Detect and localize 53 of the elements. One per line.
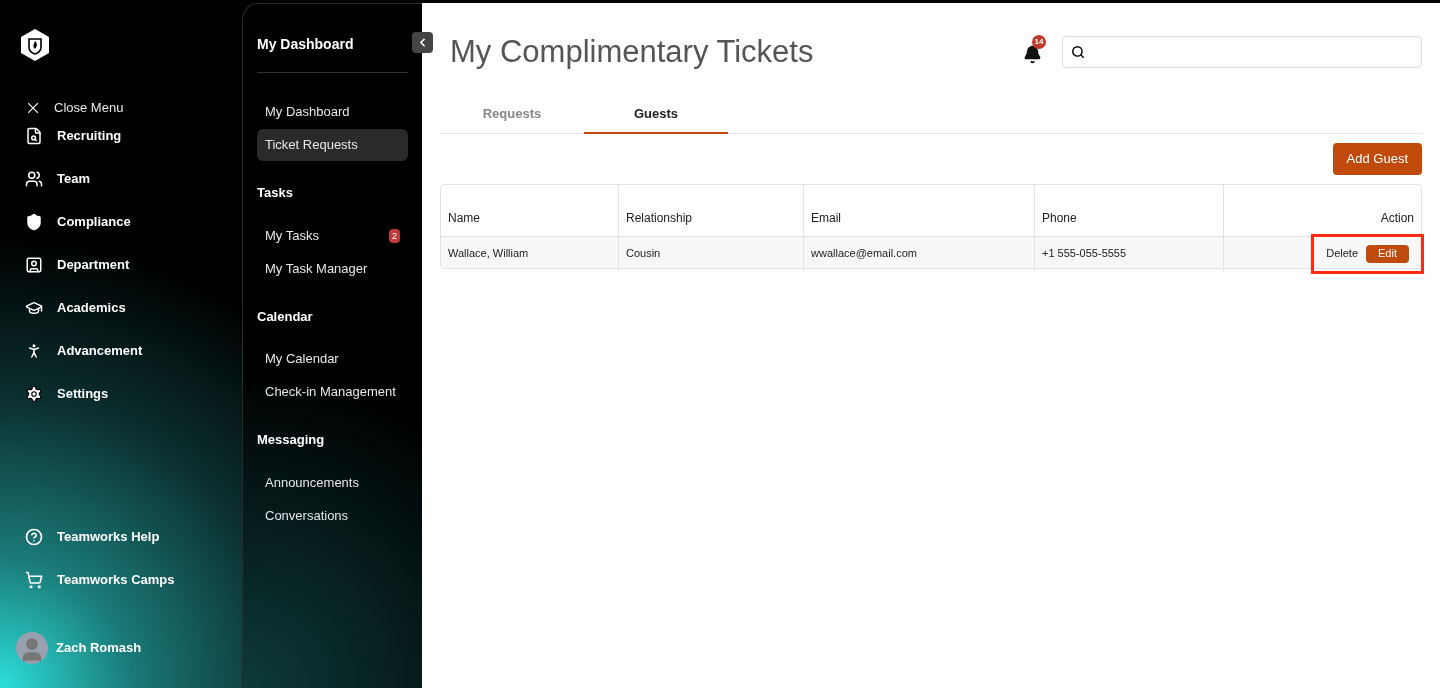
- edit-button[interactable]: Edit: [1366, 244, 1409, 263]
- column-header: Action: [1379, 209, 1415, 227]
- subnav-item[interactable]: Announcements: [257, 466, 408, 499]
- sidebar-item[interactable]: Team: [25, 166, 222, 191]
- sidebar-item[interactable]: Compliance: [25, 209, 222, 234]
- tab[interactable]: Requests: [440, 95, 584, 134]
- sidebar-item[interactable]: Teamworks Camps: [25, 568, 222, 592]
- column-header: Email: [804, 184, 1035, 236]
- table-cell: Wallace, William: [441, 236, 619, 271]
- clipboard-search-icon: [25, 126, 43, 145]
- cart-icon: [25, 571, 43, 589]
- column-header: Relationship: [619, 184, 804, 236]
- table-cell: +1 555-055-5555: [1035, 236, 1224, 271]
- panel-title: My Dashboard: [257, 36, 354, 52]
- sidebar-item[interactable]: Department: [25, 252, 222, 277]
- search-field[interactable]: [1062, 36, 1422, 69]
- help-icon: [25, 528, 43, 546]
- subnav-item[interactable]: Check-in Management: [257, 376, 408, 408]
- sidebar-item[interactable]: Recruiting: [25, 123, 222, 148]
- user-name: Zach Romash: [56, 639, 142, 658]
- close-menu-button[interactable]: Close Menu: [24, 98, 222, 118]
- sidebar-item[interactable]: Settings: [25, 381, 222, 406]
- logo-icon[interactable]: [20, 28, 50, 62]
- table-cell: Cousin: [619, 236, 804, 271]
- delete-button[interactable]: Delete: [1326, 245, 1359, 262]
- subnav-item[interactable]: My Tasks 2: [257, 219, 408, 252]
- add-guest-button[interactable]: Add Guest: [1332, 142, 1422, 175]
- collapse-button[interactable]: [412, 32, 433, 53]
- subnav-item[interactable]: Conversations: [257, 499, 408, 532]
- section-heading: Tasks: [257, 184, 294, 202]
- subnav-item[interactable]: My Task Manager: [257, 252, 408, 285]
- page-title: My Complimentary Tickets: [450, 33, 815, 71]
- bell-icon: [1023, 44, 1042, 64]
- sidebar-item[interactable]: Teamworks Help: [25, 525, 222, 549]
- tab[interactable]: Guests: [584, 95, 728, 134]
- section-heading: Messaging: [257, 431, 326, 449]
- table-cell: wwallace@email.com: [804, 236, 1035, 271]
- settings-icon: [25, 384, 43, 403]
- sidebar-item[interactable]: Advancement: [25, 338, 222, 363]
- sidebar-item[interactable]: Academics: [25, 295, 222, 320]
- notification-button[interactable]: [1023, 44, 1042, 64]
- section-heading: Calendar: [257, 307, 314, 326]
- team-icon: [25, 169, 43, 188]
- search-icon: [1071, 45, 1085, 60]
- shield-icon: [25, 212, 43, 231]
- subnav-item[interactable]: My Dashboard: [257, 96, 408, 128]
- column-header: Phone: [1035, 184, 1224, 236]
- column-header: Name: [441, 184, 619, 236]
- subnav-item[interactable]: My Calendar: [257, 343, 408, 375]
- count-badge: 2: [389, 228, 400, 243]
- subnav-item[interactable]: Ticket Requests: [257, 129, 408, 161]
- contact-card-icon: [25, 255, 43, 274]
- notification-badge: 14: [1032, 34, 1046, 49]
